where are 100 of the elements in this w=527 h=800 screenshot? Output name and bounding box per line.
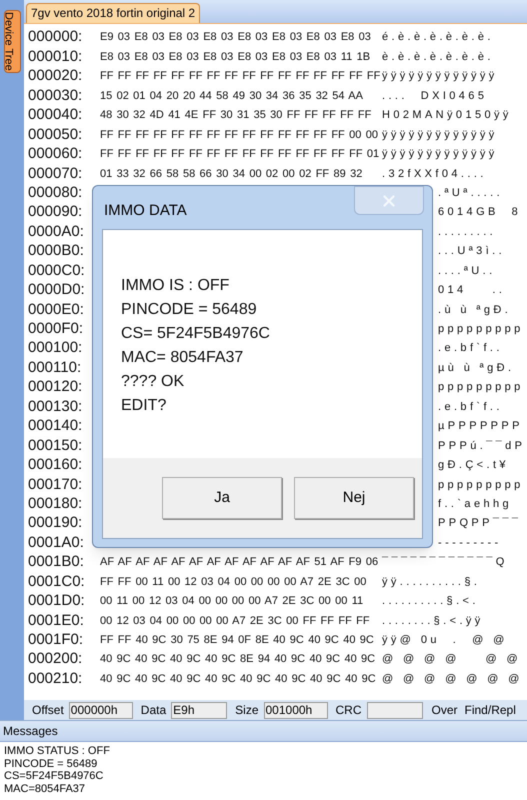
row-offset: 000080:: [27, 182, 84, 203]
hex-bytes: 00 12 03 04 00 00 00 00 A7 2E 3C 00 FF FF FF FF: [100, 614, 370, 629]
status-field: E9h: [171, 702, 228, 718]
row-offset: 0000C0:: [27, 260, 86, 281]
dialog-line: IMMO IS : OFF: [121, 276, 230, 296]
find-replace-label[interactable]: Find/Repl: [464, 701, 516, 719]
ascii-text: .ªUª.....: [438, 186, 504, 201]
ascii-text: ÿÿÿÿÿÿÿÿÿÿÿÿÿ: [382, 147, 498, 162]
ascii-text: f..`aehhg: [438, 496, 512, 512]
ascii-text: ..........§.<.: [382, 594, 479, 610]
row-offset: 000150:: [27, 436, 84, 456]
hex-bytes: FF FF FF FF FF FF FF FF FF FF FF FF FF FF FF FF: [100, 69, 380, 84]
row-offset: 000120:: [27, 377, 84, 398]
row-offset: 0001E0:: [27, 610, 85, 631]
dialog-line: EDIT?: [121, 396, 168, 416]
ascii-text: .32fXXf04....: [382, 166, 487, 182]
status-label: CRC: [336, 702, 362, 719]
row-offset: 000030:: [27, 86, 84, 106]
hex-bytes: 48 30 32 4D 41 4E FF 30 31 35 30 FF FF FF FF FF: [100, 108, 372, 124]
dialog-line: ???? OK: [121, 372, 186, 392]
close-button[interactable]: [354, 186, 424, 215]
dialog-line: MAC= 8054FA37: [121, 348, 244, 368]
ascii-text: .e.bf`f..: [438, 341, 503, 356]
ascii-text: ÿÿ@ 0u . @ @: [382, 633, 508, 648]
dialog-line: CS= 5F24F5B4976C: [121, 324, 271, 344]
row-offset: 0000D0:: [27, 280, 86, 300]
status-label: Offset: [32, 702, 64, 719]
ascii-text: PPQPP¯¯¯: [438, 516, 522, 532]
row-offset: 000070:: [27, 164, 84, 184]
row-offset: 000200:: [27, 649, 84, 670]
ascii-text: 014 ..: [438, 283, 506, 298]
row-offset: 0001A0:: [27, 532, 85, 553]
row-offset: 000010:: [27, 46, 84, 67]
ascii-text: µù ù ªgÐ.: [438, 360, 514, 376]
row-offset: 000060:: [27, 144, 84, 164]
ascii-text: @ @ @ @ @ @: [382, 652, 522, 668]
ascii-text: ........§.<.ÿÿ: [382, 614, 484, 629]
ascii-text: H02MANÿ0150ÿÿ: [382, 108, 512, 124]
row-offset: 000210:: [27, 668, 84, 689]
hex-bytes: E8 03 E8 03 E8 03 E8 03 E8 03 E8 03 E8 03 11 1B: [100, 50, 370, 65]
row-offset: 000160:: [27, 455, 84, 476]
row-offset: 000040:: [27, 105, 84, 126]
mode-label: Over: [432, 702, 458, 719]
status-field: 000000h: [68, 702, 133, 718]
ascii-text: è.è.è.è.è.è.è.: [382, 50, 494, 65]
row-offset: 000190:: [27, 513, 84, 534]
row-offset: 000140:: [27, 416, 84, 436]
hex-bytes: 00 11 00 12 03 04 00 00 00 00 A7 2E 3C 00 00 11: [100, 594, 364, 610]
ascii-text: ÿÿ..........§.: [382, 574, 480, 590]
row-offset: 000110:: [27, 358, 82, 378]
row-offset: 000130:: [27, 396, 84, 417]
ascii-text: ...Uª3ì..: [438, 244, 506, 260]
row-offset: 0000A0:: [27, 222, 85, 242]
message-line: IMMO STATUS : OFF: [4, 745, 111, 758]
messages-header: Messages: [0, 720, 527, 742]
dialog-title: IMMO DATA: [104, 201, 187, 221]
ascii-text: µPPPPPPP: [438, 419, 523, 434]
message-line: PINCODE = 56489: [4, 758, 98, 770]
status-label: Data: [140, 702, 166, 719]
hex-bytes: FF FF 00 11 00 12 03 04 00 00 00 00 A7 2E 3C 00: [100, 574, 366, 590]
message-line: CS=5F24F5B4976C: [4, 770, 104, 782]
row-offset: 0000E0:: [27, 300, 85, 320]
ascii-text: ....ªU..: [438, 264, 496, 279]
ascii-text: 6014GB 8: [438, 205, 522, 220]
ascii-text: é.è.è.è.è.è.è.: [382, 30, 494, 46]
ascii-text: .ù ù ªgÐ.: [438, 302, 512, 318]
row-offset: 000020:: [27, 66, 84, 86]
hex-bytes: FF FF FF FF FF FF FF FF FF FF FF FF FF FF 00 00: [100, 128, 378, 143]
status-field: 001000h: [264, 702, 328, 718]
row-offset: 000100:: [27, 338, 84, 358]
ascii-text: ÿÿÿÿÿÿÿÿÿÿÿÿÿ: [382, 69, 498, 84]
row-offset: 000090:: [27, 202, 84, 222]
row-offset: 0001D0:: [27, 591, 86, 612]
ascii-text: ---------: [438, 536, 502, 551]
message-line: MAC=8054FA37: [4, 782, 86, 795]
hex-bytes: 01 33 32 66 58 58 66 30 34 00 02 00 02 FF 89 32: [100, 166, 362, 182]
row-offset: 0001B0:: [27, 552, 85, 572]
hex-bytes: AF AF AF AF AF AF AF AF AF AF AF AF 51 AF F9 06: [100, 555, 378, 570]
dialog-button[interactable]: Ja: [162, 477, 282, 519]
side-tab[interactable]: Device Tree: [4, 10, 20, 73]
ascii-text: PPPú.¯¯dP: [438, 438, 526, 454]
hex-bytes: 15 02 01 04 20 20 44 58 49 30 34 36 35 32 54 AA: [100, 88, 363, 104]
dialog-button[interactable]: Nej: [294, 477, 414, 519]
ascii-text: ÿÿÿÿÿÿÿÿÿÿÿÿÿ: [382, 128, 498, 143]
hex-bytes: E9 03 E8 03 E8 03 E8 03 E8 03 E8 03 E8 03 E8 03: [100, 30, 371, 46]
ascii-text: .... DXI0465: [382, 88, 488, 104]
ascii-text: ppppppppp: [438, 478, 524, 493]
row-offset: 0000B0:: [27, 241, 85, 262]
row-offset: 0001C0:: [27, 572, 86, 592]
row-offset: 0001F0:: [27, 630, 84, 650]
row-offset: 000000:: [27, 27, 84, 48]
ascii-text: @ @ @ @ @ @ @: [382, 672, 523, 687]
document-tab[interactable]: 7gv vento 2018 fortin original 2: [26, 3, 200, 23]
status-field: [366, 702, 422, 718]
ascii-text: ppppppppp: [438, 380, 524, 396]
ascii-text: ¯¯¯¯¯¯¯¯¯¯¯¯Q: [382, 555, 508, 570]
ascii-text: .e.bf`f..: [438, 400, 503, 415]
row-offset: 0000F0:: [27, 319, 84, 340]
dialog-line: PINCODE = 56489: [121, 300, 258, 320]
row-offset: 000170:: [27, 474, 84, 495]
